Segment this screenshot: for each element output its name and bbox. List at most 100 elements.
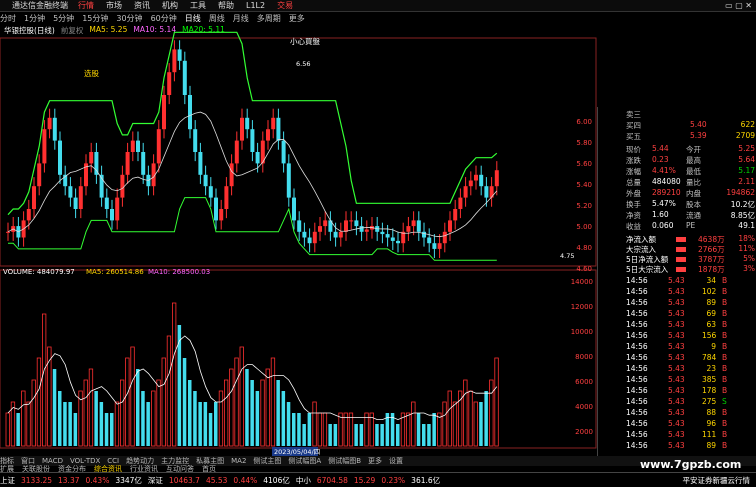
price-axis-tick: 4.80 xyxy=(576,244,592,252)
volume-bar xyxy=(193,391,197,446)
volume-bar xyxy=(473,401,478,447)
tick-vol: 96 xyxy=(706,419,716,428)
quote-label: 外盘 xyxy=(626,189,641,198)
volume-bar xyxy=(36,357,42,447)
kline-chart[interactable]: 6.00 5.80 5.60 5.40 5.20 5.00 4.80 4.60 14000 120… xyxy=(0,24,597,456)
period-9[interactable]: 多周期 xyxy=(257,13,281,24)
period-1[interactable]: 1分钟 xyxy=(24,13,45,24)
volume-bar xyxy=(276,380,280,446)
menu-item-6[interactable]: L1L2 xyxy=(246,1,265,10)
period-0[interactable]: 分时 xyxy=(0,13,16,24)
candle-body xyxy=(52,117,57,141)
tick-vol: 63 xyxy=(706,320,716,329)
volume-bar xyxy=(265,368,270,447)
quote-label: 现价 xyxy=(626,145,641,154)
index-name-2[interactable]: 中小 xyxy=(296,475,311,486)
period-4[interactable]: 30分钟 xyxy=(116,13,142,24)
quote-value: 2.11 xyxy=(738,177,755,186)
ask-label: 买五 xyxy=(626,132,641,141)
volume-bar xyxy=(354,424,358,446)
quote-label: 内盘 xyxy=(686,189,701,198)
period-5[interactable]: 60分钟 xyxy=(151,13,177,24)
period-6[interactable]: 日线 xyxy=(185,13,201,24)
tick-time: 14:56 xyxy=(626,320,648,329)
trade-button[interactable]: 交易 xyxy=(277,0,293,11)
tick-side: B xyxy=(722,430,728,439)
volume-bar xyxy=(161,357,166,447)
quote-value: 5.17 xyxy=(738,166,755,175)
candle-body xyxy=(411,220,416,227)
volume-bar xyxy=(136,369,140,446)
flow-pct: 11% xyxy=(738,244,755,253)
candle-body xyxy=(364,229,369,232)
volume-bar xyxy=(348,412,354,447)
menu-item-4[interactable]: 工具 xyxy=(190,1,206,10)
price-axis-tick: 6.00 xyxy=(576,118,592,126)
index-name-1[interactable]: 深证 xyxy=(148,475,163,486)
candle-body xyxy=(458,197,463,209)
period-7[interactable]: 周线 xyxy=(209,13,225,24)
volume-bar xyxy=(47,346,52,447)
quote-row: 净资 1.60 流通 8.85亿 xyxy=(598,210,756,221)
quote-label: 涨幅 xyxy=(626,167,641,176)
extra-tab-2[interactable]: 资金分布 xyxy=(58,464,86,473)
candle-body xyxy=(89,152,94,164)
extra-tab-3[interactable]: 综合资讯 xyxy=(94,464,122,473)
tick-time: 14:56 xyxy=(626,287,648,296)
candle-body xyxy=(463,186,468,198)
menu-item-2[interactable]: 资讯 xyxy=(134,1,150,10)
menu-item-3[interactable]: 机构 xyxy=(162,1,178,10)
tick-side: B xyxy=(722,331,728,340)
menu-item-0[interactable]: 行情 xyxy=(78,1,94,10)
quote-row: 外盘 289210 内盘 194862 xyxy=(598,188,756,199)
extra-tab-1[interactable]: 关联股份 xyxy=(22,464,50,473)
volume-bar xyxy=(489,379,494,447)
candle-body xyxy=(172,49,177,73)
tick-time: 14:56 xyxy=(626,430,648,439)
price-axis-tick: 5.00 xyxy=(576,223,592,231)
high-mark: 6.56 xyxy=(296,60,310,68)
candle-body xyxy=(437,243,442,249)
quote-row: 换手 5.47% 股本 10.2亿 xyxy=(598,199,756,210)
candle-body xyxy=(448,220,452,232)
candle-body xyxy=(286,163,291,198)
quote-value: 4.41% xyxy=(652,166,676,175)
window-controls[interactable]: ▭ ▢ ✕ xyxy=(725,1,752,10)
tick-time: 14:56 xyxy=(626,342,648,351)
quote-row: 收益 0.060 PE 49.1 xyxy=(598,221,756,232)
extra-tab-6[interactable]: 首页 xyxy=(202,464,216,473)
quote-row: 涨幅 4.41% 最低 5.17 xyxy=(598,166,756,177)
annotation-top: 小心買盤 xyxy=(290,36,320,46)
menu-item-1[interactable]: 市场 xyxy=(106,1,122,10)
quote-panel: 卖三 买四 5.40 622 买五 5.39 2709 现价 5.44 今开 5.25 涨跌 0.23 最… xyxy=(597,107,756,456)
quote-label: 涨跌 xyxy=(626,156,641,165)
index-name-0[interactable]: 上证 xyxy=(0,475,15,486)
volume-bar xyxy=(52,369,57,446)
tick-price: 5.43 xyxy=(668,430,685,439)
volume-bar xyxy=(416,413,421,446)
quote-value: 10.2亿 xyxy=(730,200,755,209)
tick-row: 14:56 5.43 23 B xyxy=(598,364,756,375)
volume-bar xyxy=(120,379,125,447)
candle-body xyxy=(338,231,343,238)
period-3[interactable]: 15分钟 xyxy=(82,13,108,24)
extra-tab-5[interactable]: 互动问答 xyxy=(166,464,194,473)
flow-label: 5日大宗流入 xyxy=(626,265,669,274)
period-2[interactable]: 5分钟 xyxy=(53,13,74,24)
period-10[interactable]: 更多 xyxy=(289,13,305,24)
menu-item-5[interactable]: 帮助 xyxy=(218,1,234,10)
tick-price: 5.43 xyxy=(668,353,685,362)
volume-bar xyxy=(5,412,10,447)
quote-value: 5.25 xyxy=(738,144,755,153)
extra-tab-0[interactable]: 扩展 xyxy=(0,464,14,473)
tick-vol: 156 xyxy=(702,331,717,340)
tick-vol: 385 xyxy=(702,375,717,384)
extra-tab-4[interactable]: 行业资讯 xyxy=(130,464,158,473)
volume-bar xyxy=(260,379,265,447)
period-8[interactable]: 月线 xyxy=(233,13,249,24)
candle-body xyxy=(136,140,140,152)
candle-body xyxy=(359,226,364,232)
volume-bar xyxy=(281,391,286,446)
candle-body xyxy=(453,209,458,221)
volume-bar xyxy=(338,412,343,447)
